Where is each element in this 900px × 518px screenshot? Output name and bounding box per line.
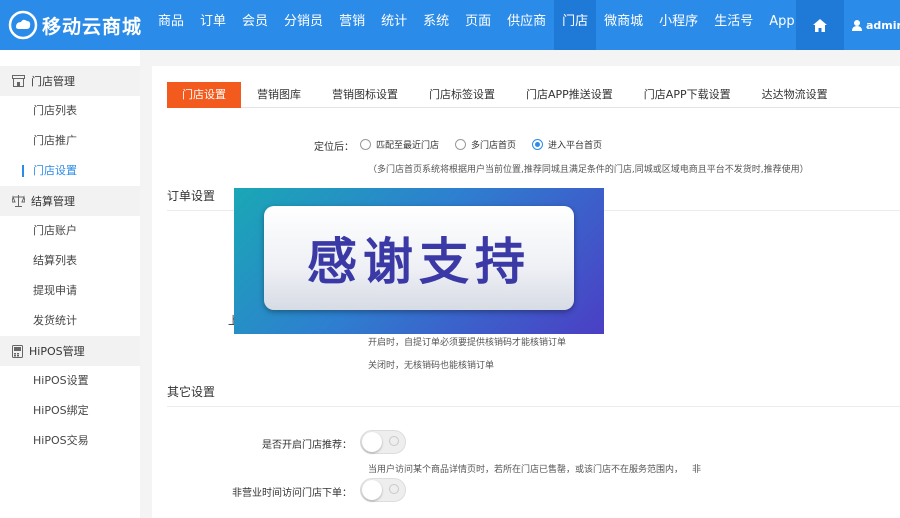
radio-multi-store-home[interactable]: 多门店首页 [455,138,516,151]
pos-icon [12,344,23,358]
top-navbar: 移动云商城 商品 订单 会员 分销员 营销 统计 系统 页面 供应商 门店 微商… [0,0,900,50]
store-recommend-label: 是否开启门店推荐： [262,440,352,451]
radio-label: 匹配至最近门店 [376,141,440,151]
tab-dada-logistics-settings[interactable]: 达达物流设置 [747,82,843,108]
radio-platform-home[interactable]: 进入平台首页 [532,138,602,151]
scale-icon [12,195,25,207]
sidebar-group-store-management[interactable]: 门店管理 [0,66,140,96]
offhours-order-toggle[interactable] [360,478,406,502]
tab-marketing-icon-settings[interactable]: 营销图标设置 [317,82,413,108]
sidebar-item-withdraw-request[interactable]: 提现申请 [0,276,140,306]
tab-store-tag-settings[interactable]: 门店标签设置 [414,82,510,108]
brand[interactable]: 移动云商城 [8,8,142,42]
locate-radio-group: 匹配至最近门店 多门店首页 进入平台首页 [360,138,618,151]
toggle-knob [362,432,382,452]
nav-item-goods[interactable]: 商品 [150,0,192,50]
tab-app-push-settings[interactable]: 门店APP推送设置 [511,82,628,108]
sidebar-group-label: 结算管理 [31,195,75,208]
store-recommend-toggle[interactable] [360,430,406,454]
radio-unchecked-icon [455,139,467,150]
store-icon [12,75,25,87]
sidebar-item-store-list[interactable]: 门店列表 [0,96,140,126]
sidebar-group-label: HiPOS管理 [29,345,85,358]
home-button[interactable] [796,0,844,50]
locate-help-text: （多门店首页系统将根据用户当前位置,推荐同城且满足条件的门店,同城或区域电商且平… [368,165,809,175]
sidebar-item-store-promotion[interactable]: 门店推广 [0,126,140,156]
nav-item-distributors[interactable]: 分销员 [276,0,331,50]
tab-store-settings[interactable]: 门店设置 [167,82,241,108]
home-icon [813,18,827,32]
nav-item-stores[interactable]: 门店 [554,0,597,50]
main-nav: 商品 订单 会员 分销员 营销 统计 系统 页面 供应商 门店 微商城 小程序 … [150,0,803,50]
store-recommend-help-text: 当用户访问某个商品详情页时，若所在门店已售罄，或该门店不在服务范围内， [368,465,684,475]
sidebar-group-label: 门店管理 [31,75,75,88]
radio-checked-icon [532,139,544,150]
thanks-banner-text: 感谢支持 [307,232,531,291]
nav-item-orders[interactable]: 订单 [192,0,234,50]
thanks-banner-panel: 感谢支持 [264,206,574,310]
nav-item-marketing[interactable]: 营销 [331,0,373,50]
nav-item-members[interactable]: 会员 [234,0,276,50]
sidebar: 门店管理 门店列表 门店推广 门店设置 结算管理 门店账户 结算列表 提现申请 … [0,50,140,518]
cloud-logo-icon [8,10,38,40]
sidebar-item-settlement-list[interactable]: 结算列表 [0,246,140,276]
toggle-off-icon [389,436,399,446]
radio-unchecked-icon [360,139,371,150]
sidebar-item-shipping-stats[interactable]: 发货统计 [0,306,140,336]
nav-item-statistics[interactable]: 统计 [373,0,415,50]
sidebar-item-hipos-binding[interactable]: HiPOS绑定 [0,396,140,426]
verify-off-help-text: 关闭时，无核销码也能核销订单 [368,361,495,371]
section-divider [167,406,900,407]
tab-app-download-settings[interactable]: 门店APP下载设置 [629,82,746,108]
sidebar-item-store-account[interactable]: 门店账户 [0,216,140,246]
toggle-knob [362,480,382,500]
store-recommend-help-text-tail: 非 [692,465,702,475]
nav-item-suppliers[interactable]: 供应商 [499,0,554,50]
nav-item-system[interactable]: 系统 [415,0,457,50]
sidebar-item-hipos-transactions[interactable]: HiPOS交易 [0,426,140,456]
offhours-order-label: 非营业时间访问门店下单： [232,488,352,499]
sidebar-item-hipos-settings[interactable]: HiPOS设置 [0,366,140,396]
radio-nearest-store[interactable]: 匹配至最近门店 [360,138,439,151]
toggle-off-icon [389,484,399,494]
settings-tabs: 门店设置 营销图库 营销图标设置 门店标签设置 门店APP推送设置 门店APP下… [167,82,900,108]
tab-marketing-gallery[interactable]: 营销图库 [242,82,316,108]
sidebar-group-settlement-management[interactable]: 结算管理 [0,186,140,216]
sidebar-group-hipos-management[interactable]: HiPOS管理 [0,336,140,366]
order-settings-title: 订单设置 [167,189,216,203]
user-icon [852,19,862,31]
sidebar-item-store-settings[interactable]: 门店设置 [0,156,140,186]
nav-item-micro-mall[interactable]: 微商城 [596,0,651,50]
locate-label: 定位后： [314,142,354,153]
nav-item-life-account[interactable]: 生活号 [706,0,761,50]
other-settings-title: 其它设置 [167,385,216,399]
thanks-banner-overlay: 感谢支持 [234,188,604,334]
nav-item-pages[interactable]: 页面 [457,0,499,50]
verify-on-help-text: 开启时，自提订单必须要提供核销码才能核销订单 [368,338,567,348]
user-menu[interactable]: admin [852,0,900,50]
user-name: admin [866,18,900,32]
nav-item-mini-program[interactable]: 小程序 [651,0,706,50]
radio-label: 进入平台首页 [548,141,603,151]
brand-name: 移动云商城 [42,15,143,38]
radio-label: 多门店首页 [471,141,517,151]
